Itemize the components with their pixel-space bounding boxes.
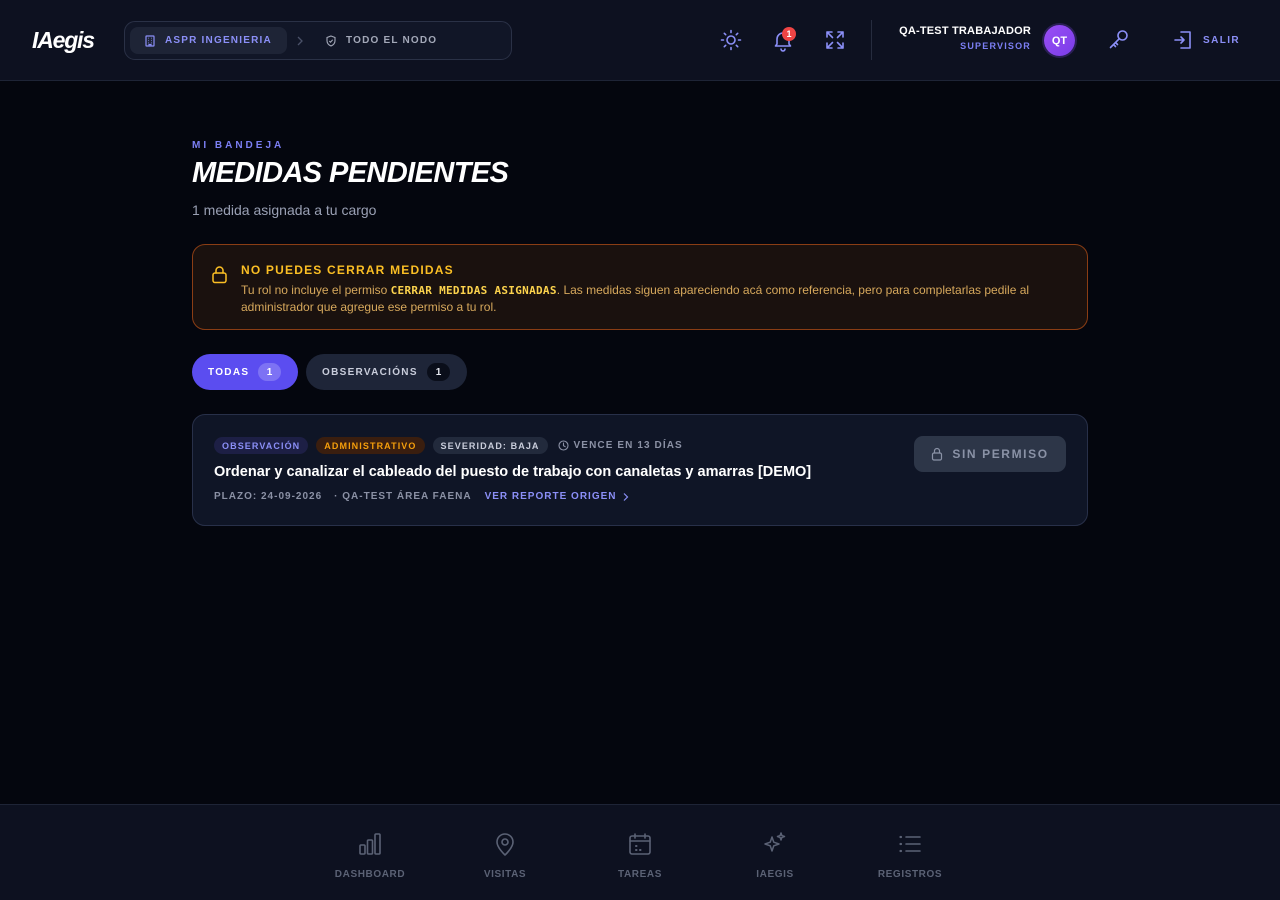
nav-label: IAEGIS [756,869,794,880]
calendar-icon [629,833,651,855]
category-tag: ADMINISTRATIVO [316,437,425,454]
view-source-report-label: VER REPORTE ORIGEN [484,491,617,502]
logout-icon [1174,31,1191,49]
filter-count: 1 [427,363,450,381]
nav-dashboard[interactable]: DASHBOARD [310,805,430,900]
logout-label: SALIR [1203,34,1240,46]
view-source-report-link[interactable]: VER REPORTE ORIGEN [485,491,631,502]
clock-icon [557,440,569,451]
nav-label: DASHBOARD [334,869,406,880]
page-subtitle: 1 medida asignada a tu cargo [192,202,377,218]
measure-card[interactable]: OBSERVACIÓN ADMINISTRATIVO SEVERIDAD: BA… [192,414,1088,526]
page-eyebrow: MI BANDEJA [192,140,285,151]
nav-label: VISITAS [483,869,527,880]
filter-observaciones[interactable]: OBSERVACIÓNS 1 [306,354,467,390]
no-permission-button[interactable]: SIN PERMISO [914,436,1066,472]
type-tag: OBSERVACIÓN [214,437,309,454]
nav-label: TAREAS [618,869,662,880]
alert-body-before: Tu rol no incluye el permiso [241,283,391,297]
breadcrumb-scope[interactable]: TODO EL NODO [325,27,437,54]
nav-iaegis[interactable]: IAEGIS [715,805,835,900]
deadline: PLAZO: 24-09-2026 [214,491,323,502]
due-indicator: VENCE EN 13 DÍAS [557,440,683,451]
filter-label: TODAS [208,366,250,378]
lock-icon [212,266,227,284]
user-role: SUPERVISOR [960,41,1031,51]
nav-label: REGISTROS [877,869,943,880]
page-title: MEDIDAS PENDIENTES [192,157,509,189]
alert-permission-code: CERRAR MEDIDAS ASIGNADAS [390,284,557,297]
filter-label: OBSERVACIÓNS [322,366,418,378]
bottom-nav: DASHBOARD VISITAS TAREAS IAEGIS REGISTRO… [0,804,1280,900]
measure-title: Ordenar y canalizar el cableado del pues… [214,464,812,480]
expand-icon[interactable] [823,28,847,52]
user-name: QA-TEST TRABAJADOR [899,25,1031,37]
notification-badge: 1 [782,27,796,41]
lock-icon [932,447,943,461]
chevron-right-icon [624,492,629,501]
top-header: IAegis ASPR INGENIERIA TODO EL NODO 1 QA… [0,0,1280,81]
due-label: VENCE EN 13 DÍAS [573,440,683,451]
building-icon [145,34,155,47]
alert-body: Tu rol no incluye el permiso CERRAR MEDI… [241,282,1077,315]
nav-registros[interactable]: REGISTROS [850,805,970,900]
avatar[interactable]: QT [1044,25,1075,56]
nav-tareas[interactable]: TAREAS [580,805,700,900]
app-logo[interactable]: IAegis [32,27,95,54]
list-icon [899,835,921,853]
bar-chart-icon [359,833,381,855]
map-pin-icon [496,833,514,856]
sparkles-icon [764,832,786,852]
area: · QA-TEST ÁREA FAENA [334,491,472,502]
sun-icon[interactable] [719,28,743,52]
filter-todas[interactable]: TODAS 1 [192,354,298,390]
shield-icon [326,34,336,47]
breadcrumb-scope-label: TODO EL NODO [346,35,438,46]
permission-alert: NO PUEDES CERRAR MEDIDAS Tu rol no inclu… [192,244,1088,330]
key-icon[interactable] [1107,27,1131,51]
nav-visitas[interactable]: VISITAS [445,805,565,900]
severity-tag: SEVERIDAD: BAJA [432,437,548,454]
breadcrumb-company-label: ASPR INGENIERIA [165,35,272,46]
header-divider [871,20,872,60]
logout-button[interactable]: SALIR [1172,28,1240,52]
card-meta: PLAZO: 24-09-2026 · QA-TEST ÁREA FAENA V… [214,491,630,502]
breadcrumb-company[interactable]: ASPR INGENIERIA [130,27,287,54]
alert-title: NO PUEDES CERRAR MEDIDAS [241,263,454,277]
breadcrumb: ASPR INGENIERIA TODO EL NODO [124,21,512,60]
user-info[interactable]: QA-TEST TRABAJADOR SUPERVISOR [899,25,1031,51]
card-tags: OBSERVACIÓN ADMINISTRATIVO SEVERIDAD: BA… [214,437,683,454]
filter-count: 1 [258,363,281,381]
no-permission-label: SIN PERMISO [952,447,1049,461]
chevron-right-icon [297,36,303,46]
